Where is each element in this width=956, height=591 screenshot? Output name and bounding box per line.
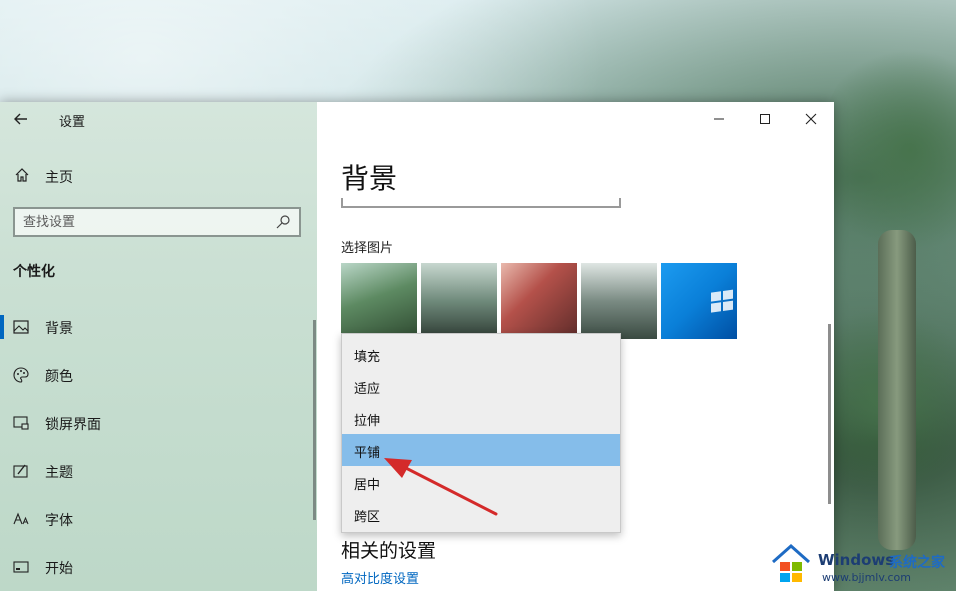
sidebar-item-lock-screen[interactable]: 锁屏界面	[0, 403, 317, 443]
tree-trunk-decoration	[878, 230, 916, 550]
sidebar-item-label: 开始	[45, 561, 73, 577]
sidebar-item-background[interactable]: 背景	[0, 307, 317, 347]
picture-thumbnail[interactable]	[421, 263, 497, 339]
page-title: 背景	[341, 162, 398, 195]
fit-option-fit[interactable]: 适应	[342, 370, 620, 402]
search-icon[interactable]	[275, 214, 291, 230]
windows-house-logo-icon	[772, 543, 810, 582]
preview-box	[341, 198, 621, 208]
app-title: 设置	[59, 115, 86, 130]
sidebar-item-start[interactable]: 开始	[0, 547, 317, 587]
maximize-button[interactable]	[753, 108, 777, 130]
start-icon	[12, 558, 30, 576]
fit-option-stretch[interactable]: 拉伸	[342, 402, 620, 434]
font-icon	[12, 510, 30, 528]
fit-option-label: 适应	[354, 382, 381, 397]
sidebar-item-themes[interactable]: 主题	[0, 451, 317, 491]
sidebar-item-fonts[interactable]: 字体	[0, 499, 317, 539]
sidebar-item-label: 主题	[45, 465, 73, 481]
choose-picture-label: 选择图片	[341, 241, 394, 256]
high-contrast-link[interactable]: 高对比度设置	[341, 568, 419, 587]
fit-option-fill[interactable]: 填充	[342, 338, 620, 370]
watermark-subtitle: 系统之家	[889, 555, 945, 571]
search-box[interactable]	[13, 207, 301, 237]
sidebar-item-colors[interactable]: 颜色	[0, 355, 317, 395]
site-watermark: Windows 系统之家 www.bjjmlv.com	[766, 538, 956, 588]
section-label: 个性化	[13, 264, 55, 280]
foliage-decoration	[820, 40, 956, 260]
close-button[interactable]	[799, 108, 823, 130]
search-input[interactable]	[23, 213, 263, 231]
related-settings-title: 相关的设置	[341, 540, 437, 562]
fit-option-label: 拉伸	[354, 414, 381, 429]
minimize-button[interactable]	[707, 108, 731, 130]
sidebar-item-label: 字体	[45, 513, 73, 529]
sidebar-item-home[interactable]: 主页	[0, 162, 317, 190]
home-icon	[13, 166, 31, 184]
fit-option-label: 填充	[354, 350, 381, 365]
watermark-url: www.bjjmlv.com	[822, 571, 911, 584]
title-bar-left: 设置	[0, 102, 317, 136]
sidebar-item-label: 背景	[45, 321, 73, 337]
picture-thumbnail[interactable]	[341, 263, 417, 339]
content-scrollbar[interactable]	[828, 324, 831, 504]
red-arrow-annotation	[384, 458, 498, 516]
watermark-title: Windows	[818, 551, 895, 569]
sidebar-item-label: 主页	[45, 170, 73, 186]
picture-thumbnail[interactable]	[661, 263, 737, 339]
picture-thumbnail[interactable]	[501, 263, 577, 339]
lock-screen-icon	[12, 414, 30, 432]
sidebar: 设置 主页 个性化 背景 颜色	[0, 102, 317, 591]
palette-icon	[12, 366, 30, 384]
sidebar-item-label: 颜色	[45, 369, 73, 385]
sidebar-item-label: 锁屏界面	[45, 417, 101, 433]
image-icon	[12, 318, 30, 336]
back-arrow-icon[interactable]	[12, 110, 30, 128]
windows-logo-icon	[711, 289, 735, 314]
theme-icon	[12, 462, 30, 480]
picture-thumbnail[interactable]	[581, 263, 657, 339]
sidebar-scrollbar[interactable]	[313, 320, 316, 520]
